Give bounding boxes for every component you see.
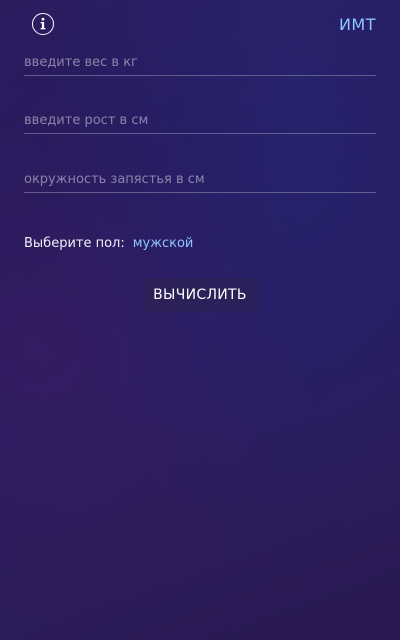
height-field[interactable] (24, 107, 376, 134)
wrist-field[interactable] (24, 166, 376, 193)
height-input[interactable] (24, 107, 376, 133)
gender-row: Выберите пол: мужской (24, 236, 193, 251)
background-glow (0, 0, 400, 640)
calculate-button[interactable]: ВЫЧИСЛИТЬ (142, 278, 258, 312)
background-texture (0, 0, 400, 640)
weight-input[interactable] (24, 49, 376, 75)
wrist-input[interactable] (24, 166, 376, 192)
app-title: ИМТ (338, 15, 376, 34)
gender-select[interactable]: мужской (133, 236, 194, 251)
gender-label: Выберите пол: (24, 236, 125, 251)
info-icon[interactable] (32, 13, 54, 35)
top-bar: ИМТ (0, 0, 400, 50)
weight-field[interactable] (24, 49, 376, 76)
